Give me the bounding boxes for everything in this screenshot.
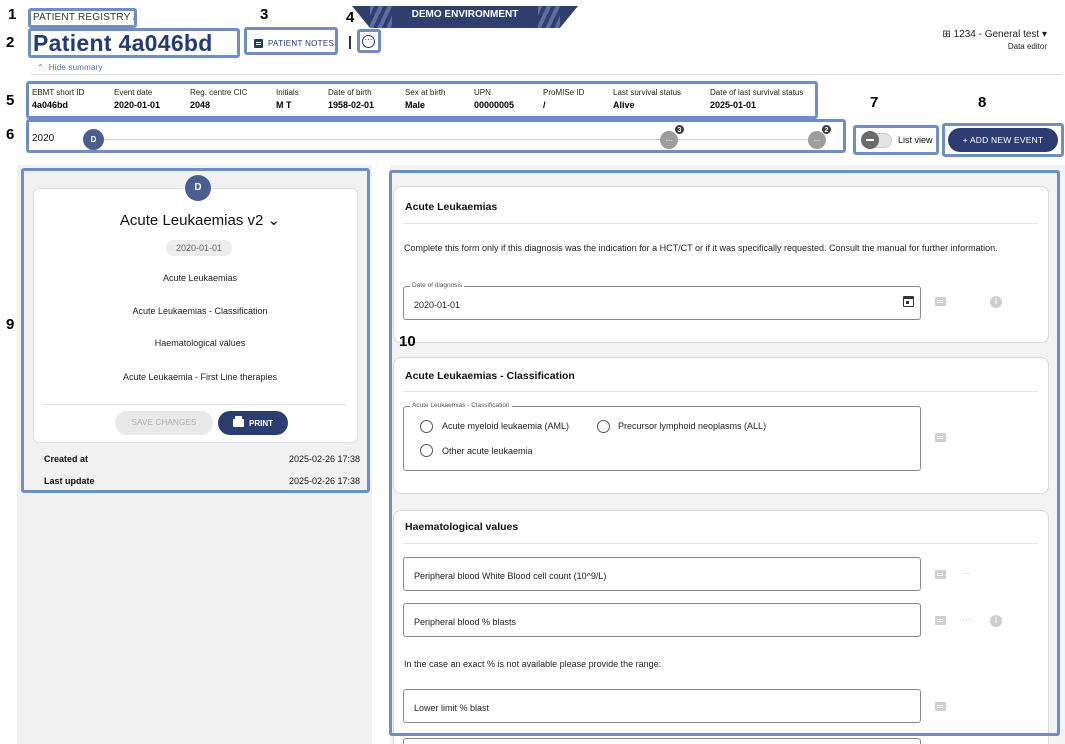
header-divider xyxy=(349,36,351,49)
annotation-number: 5 xyxy=(6,92,15,109)
annotation-number: 4 xyxy=(346,9,355,26)
annotation-box-10 xyxy=(389,170,1060,736)
annotation-box-1 xyxy=(28,8,137,28)
annotation-box-2 xyxy=(28,28,240,58)
annotation-box-4 xyxy=(357,29,381,53)
annotation-box-6 xyxy=(26,119,846,153)
demo-environment-banner: DEMO ENVIRONMENT xyxy=(352,6,578,28)
hide-summary-toggle[interactable]: ⌃ Hide summary xyxy=(37,63,103,72)
hide-summary-label: Hide summary xyxy=(48,63,103,72)
user-role: Data editor xyxy=(1007,42,1047,51)
next-field[interactable] xyxy=(403,738,921,744)
annotation-box-5 xyxy=(26,81,818,119)
annotation-number: 2 xyxy=(6,34,15,51)
organization-selector[interactable]: ⊞ 1234 - General test ▾ Data editor xyxy=(942,29,1047,51)
annotation-box-9 xyxy=(21,168,370,493)
grid-icon: ⊞ xyxy=(942,29,954,40)
divider xyxy=(31,74,1061,75)
annotation-box-7 xyxy=(853,125,939,155)
annotation-box-3 xyxy=(244,27,338,55)
annotation-number: 6 xyxy=(6,126,15,143)
banner-text: DEMO ENVIRONMENT xyxy=(411,9,519,20)
annotation-number: 1 xyxy=(8,6,17,23)
annotation-number: 7 xyxy=(870,94,879,111)
annotation-box-8 xyxy=(942,123,1064,157)
banner-stripes xyxy=(538,6,560,28)
annotation-number: 3 xyxy=(260,6,269,23)
org-name: 1234 - General test xyxy=(953,29,1040,40)
annotation-number: 8 xyxy=(978,94,987,111)
banner-stripes xyxy=(370,6,392,28)
annotation-number: 10 xyxy=(399,333,416,350)
annotation-number: 9 xyxy=(6,316,15,333)
caret-down-icon: ▾ xyxy=(1039,29,1047,40)
chevron-up-icon: ⌃ xyxy=(37,63,49,72)
